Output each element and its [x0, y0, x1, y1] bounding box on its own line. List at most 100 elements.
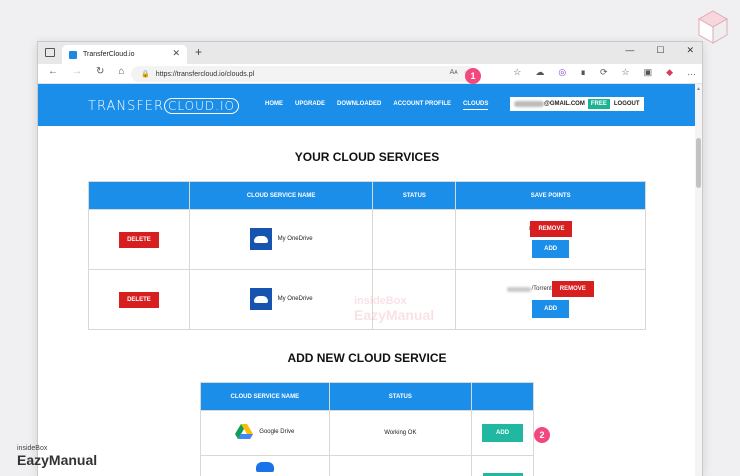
logo-cloud-box: CLOUD.IO	[164, 98, 239, 114]
save-point-path-row: / REMOVE	[529, 221, 573, 237]
logout-button[interactable]: LOGOUT	[611, 99, 642, 109]
close-window-button[interactable]: ✕	[686, 45, 694, 56]
service-cell: My OneDrive	[188, 209, 374, 270]
step-badge-2: 2	[534, 427, 550, 443]
watermark-small: insideBox	[17, 445, 48, 452]
action-cell: ADD	[471, 410, 534, 456]
col-header-status: STATUS	[328, 382, 473, 411]
reload-button[interactable]: ↻	[96, 66, 104, 77]
blurred-email	[514, 101, 544, 107]
save-point-path-row: /Torrent REMOVE	[507, 281, 594, 297]
close-tab-icon[interactable]: ✕	[172, 48, 180, 59]
plan-badge[interactable]: FREE	[587, 99, 610, 109]
remove-button[interactable]: REMOVE	[530, 221, 573, 237]
profile-extension-icon[interactable]: ◆	[666, 67, 673, 78]
service-name: My OneDrive	[277, 235, 313, 242]
save-points-cell: /Torrent REMOVE ADD	[455, 269, 646, 330]
delete-button[interactable]: DELETE	[119, 291, 159, 308]
favorites-icon[interactable]: ☆	[513, 67, 521, 78]
save-points-cell: / REMOVE ADD	[455, 209, 646, 270]
browser-window: TransferCloud.io ✕ + — ☐ ✕ ← → ↻ ⌂ 🔒 htt…	[37, 41, 703, 476]
col-header-status: STATUS	[372, 181, 457, 210]
url-text[interactable]: https://transfercloud.io/clouds.pl	[156, 71, 254, 78]
nav-buttons: ← → ↻ ⌂	[48, 66, 124, 77]
extension-icon[interactable]: ◎	[558, 67, 566, 78]
status-cell	[328, 455, 473, 476]
service-entry: My OneDrive	[249, 287, 313, 310]
google-drive-icon	[235, 424, 254, 439]
table-header-row: CLOUD SERVICE NAME STATUS SAVE POINTS	[88, 181, 646, 210]
add-onedrive-button-partial[interactable]	[482, 472, 523, 476]
read-aloud-icon[interactable]: Aᴀ	[450, 69, 458, 77]
browser-tab[interactable]: TransferCloud.io ✕	[62, 45, 187, 64]
home-button[interactable]: ⌂	[118, 66, 124, 77]
minimize-button[interactable]: —	[625, 45, 634, 56]
corner-watermark: insideBox EazyManual	[17, 445, 97, 468]
extension-b-icon[interactable]: ∎	[580, 67, 586, 78]
remove-button[interactable]: REMOVE	[551, 281, 594, 297]
menu-home[interactable]: HOME	[265, 101, 283, 110]
site-menu: HOME UPGRADE DOWNLOADED ACCOUNT PROFILE …	[265, 101, 489, 110]
action-cell: DELETE	[88, 209, 190, 270]
account-box: @GMAIL.COM FREE LOGOUT	[510, 97, 644, 111]
add-save-point-button[interactable]: ADD	[532, 300, 570, 318]
onedrive-icon	[249, 287, 272, 310]
site-header: TRANSFER CLOUD.IO HOME UPGRADE DOWNLOADED…	[38, 84, 696, 126]
delete-button[interactable]: DELETE	[119, 231, 159, 248]
menu-account-profile[interactable]: ACCOUNT PROFILE	[393, 101, 451, 110]
col-header-save-points: SAVE POINTS	[455, 181, 646, 210]
menu-upgrade[interactable]: UPGRADE	[295, 101, 325, 110]
table-row	[200, 455, 534, 476]
page-viewport: TRANSFER CLOUD.IO HOME UPGRADE DOWNLOADED…	[38, 84, 696, 476]
your-clouds-title: YOUR CLOUD SERVICES	[294, 150, 440, 164]
scroll-up-arrow-icon[interactable]: ▲	[695, 86, 702, 92]
toolbar-icons: ☆ ☁ ◎ ∎ ⟳ ☆ ▣ ◆ …	[513, 67, 696, 78]
col-header-service: CLOUD SERVICE NAME	[200, 382, 330, 411]
site-logo[interactable]: TRANSFER CLOUD.IO	[88, 98, 239, 114]
service-name: My OneDrive	[277, 295, 313, 302]
col-header-action	[88, 181, 190, 210]
logo-text: TRANSFER	[88, 99, 165, 114]
collections-icon[interactable]: ☆	[621, 67, 629, 78]
cloud-icon[interactable]: ☁	[535, 67, 544, 78]
tab-bar: TransferCloud.io ✕ + — ☐ ✕	[38, 42, 702, 64]
center-watermark-line2: EazyManual	[354, 307, 435, 323]
address-bar[interactable]: 🔒 https://transfercloud.io/clouds.pl Aᴀ …	[131, 66, 478, 82]
center-watermark: insideBox EazyManual	[354, 295, 434, 323]
action-cell	[471, 455, 534, 476]
table-row: Google Drive Working OK ADD	[200, 410, 534, 456]
onedrive-cloud-icon	[255, 461, 274, 472]
watermark-big: EazyManual	[17, 452, 98, 468]
onedrive-icon	[249, 227, 272, 250]
add-save-point-button[interactable]: ADD	[532, 240, 570, 258]
service-name: Google Drive	[259, 429, 295, 435]
col-header-action	[471, 382, 534, 411]
vertical-scrollbar[interactable]: ▲	[695, 84, 702, 476]
service-cell: Google Drive	[200, 410, 330, 456]
forward-button[interactable]: →	[72, 66, 82, 77]
new-tab-button[interactable]: +	[195, 45, 202, 59]
add-new-table: CLOUD SERVICE NAME STATUS Google Drive W…	[200, 382, 534, 476]
status-cell	[372, 209, 457, 270]
blurred-path	[507, 286, 532, 292]
menu-clouds[interactable]: CLOUDS	[463, 101, 489, 110]
service-cell	[200, 455, 330, 476]
tab-actions-icon[interactable]: ▣	[644, 67, 653, 78]
add-google-drive-button[interactable]: ADD	[482, 424, 524, 442]
window-menu-icon[interactable]	[45, 48, 55, 57]
maximize-button[interactable]: ☐	[656, 45, 664, 56]
table-row: DELETE My OneDrive / REMOVE ADD	[88, 209, 646, 270]
back-button[interactable]: ←	[48, 66, 58, 77]
service-cell: My OneDrive	[188, 269, 374, 330]
cube-logo-icon	[698, 10, 728, 44]
step-badge-1: 1	[465, 68, 481, 84]
center-watermark-line1: insideBox	[354, 295, 407, 307]
scrollbar-thumb[interactable]	[696, 138, 701, 188]
refresh-ext-icon[interactable]: ⟳	[600, 67, 608, 78]
menu-downloaded[interactable]: DOWNLOADED	[337, 101, 381, 110]
lock-icon[interactable]: 🔒	[141, 70, 150, 78]
service-entry: Google Drive	[235, 424, 294, 440]
account-email: @GMAIL.COM	[544, 101, 585, 107]
more-menu-icon[interactable]: …	[687, 67, 696, 78]
service-entry: My OneDrive	[249, 227, 313, 250]
